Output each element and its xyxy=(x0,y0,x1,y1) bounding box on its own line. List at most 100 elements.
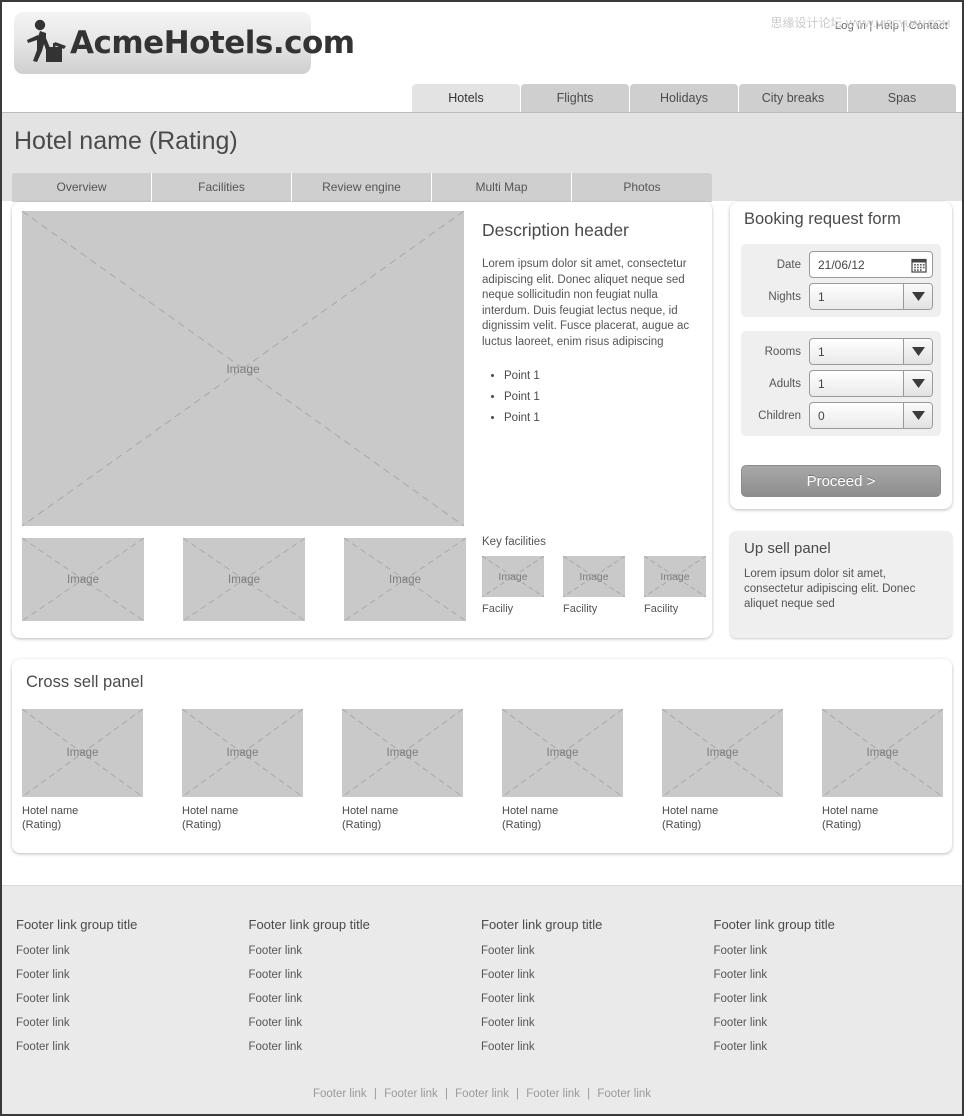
cross-sell-hotel-name: Hotel name xyxy=(662,804,783,818)
facility-image-placeholder: Image xyxy=(482,556,544,597)
footer-column: Footer link group title Footer link Foot… xyxy=(481,917,714,1065)
footer-link[interactable]: Footer link xyxy=(714,969,947,981)
footer-link[interactable]: Footer link xyxy=(481,993,714,1005)
cross-sell-item[interactable]: Image Hotel name (Rating) xyxy=(182,709,303,832)
chevron-down-icon[interactable] xyxy=(903,403,932,428)
cross-sell-item[interactable]: Image Hotel name (Rating) xyxy=(822,709,943,832)
cross-sell-hotel-info: Hotel name (Rating) xyxy=(662,804,783,832)
cross-sell-item[interactable]: Image Hotel name (Rating) xyxy=(342,709,463,832)
cross-sell-image-placeholder: Image xyxy=(502,709,623,797)
nights-field-row: Nights 1 xyxy=(749,283,933,310)
thumbnail-placeholder[interactable]: Image xyxy=(344,538,466,621)
nights-select[interactable]: 1 xyxy=(809,283,933,310)
date-input[interactable]: 21/06/12 xyxy=(809,251,933,278)
footer-link[interactable]: Footer link xyxy=(481,969,714,981)
main-nav-tab-flights[interactable]: Flights xyxy=(521,84,629,112)
footer-link[interactable]: Footer link xyxy=(249,945,482,957)
footer-bottom-link[interactable]: Footer link xyxy=(382,1088,440,1100)
footer-link[interactable]: Footer link xyxy=(249,969,482,981)
calendar-icon[interactable] xyxy=(906,252,932,277)
footer-link[interactable]: Footer link xyxy=(16,945,249,957)
chevron-down-icon[interactable] xyxy=(903,371,932,396)
cross-sell-item[interactable]: Image Hotel name (Rating) xyxy=(502,709,623,832)
chevron-down-icon[interactable] xyxy=(903,339,932,364)
footer-link[interactable]: Footer link xyxy=(481,945,714,957)
children-select[interactable]: 0 xyxy=(809,402,933,429)
footer-link[interactable]: Footer link xyxy=(714,1017,947,1029)
rooms-select[interactable]: 1 xyxy=(809,338,933,365)
site-logo[interactable]: AcmeHotels.com xyxy=(14,12,311,74)
cross-sell-hotel-info: Hotel name (Rating) xyxy=(22,804,143,832)
footer-link[interactable]: Footer link xyxy=(16,1041,249,1053)
thumbnail-placeholder[interactable]: Image xyxy=(183,538,305,621)
footer-bottom-link[interactable]: Footer link xyxy=(595,1088,653,1100)
footer-link[interactable]: Footer link xyxy=(481,1041,714,1053)
tab-overview[interactable]: Overview xyxy=(12,173,152,202)
booking-request-form-panel: Booking request form Date 21/06/12 xyxy=(730,202,952,509)
date-input-value: 21/06/12 xyxy=(810,258,906,272)
up-sell-panel: Up sell panel Lorem ipsum dolor sit amet… xyxy=(730,531,952,638)
key-facility-item[interactable]: Image Faciliy xyxy=(482,556,544,615)
footer-column: Footer link group title Footer link Foot… xyxy=(16,917,249,1065)
footer-link[interactable]: Footer link xyxy=(16,969,249,981)
facility-label: Facility xyxy=(644,603,706,615)
adults-select[interactable]: 1 xyxy=(809,370,933,397)
hero-image-placeholder[interactable]: Image xyxy=(22,211,464,526)
facility-image-label: Image xyxy=(660,571,689,583)
footer-link[interactable]: Footer link xyxy=(249,1041,482,1053)
children-select-value: 0 xyxy=(810,409,903,423)
footer-bottom-separator: | xyxy=(585,1088,592,1100)
footer-link[interactable]: Footer link xyxy=(16,993,249,1005)
main-nav-tab-holidays[interactable]: Holidays xyxy=(630,84,738,112)
footer-column: Footer link group title Footer link Foot… xyxy=(249,917,482,1065)
footer-bottom-separator: | xyxy=(443,1088,450,1100)
thumbnail-placeholder[interactable]: Image xyxy=(22,538,144,621)
footer-bottom-link[interactable]: Footer link xyxy=(311,1088,369,1100)
footer-column-title: Footer link group title xyxy=(481,917,714,932)
chevron-down-icon[interactable] xyxy=(903,284,932,309)
cross-sell-image-placeholder: Image xyxy=(342,709,463,797)
main-nav-tab-city-breaks[interactable]: City breaks xyxy=(739,84,847,112)
facility-image-placeholder: Image xyxy=(644,556,706,597)
cross-sell-item[interactable]: Image Hotel name (Rating) xyxy=(22,709,143,832)
footer-link[interactable]: Footer link xyxy=(714,993,947,1005)
key-facility-item[interactable]: Image Facility xyxy=(644,556,706,615)
key-facility-item[interactable]: Image Facility xyxy=(563,556,625,615)
tab-photos[interactable]: Photos xyxy=(572,173,712,202)
key-facilities-section: Key facilities Image Faciliy xyxy=(482,536,717,615)
adults-field-row: Adults 1 xyxy=(749,370,933,397)
cross-sell-item[interactable]: Image Hotel name (Rating) xyxy=(662,709,783,832)
footer-link[interactable]: Footer link xyxy=(249,993,482,1005)
footer-bottom-link[interactable]: Footer link xyxy=(453,1088,511,1100)
cross-sell-hotel-rating: (Rating) xyxy=(182,818,303,832)
date-field-label: Date xyxy=(749,259,809,271)
footer-link[interactable]: Footer link xyxy=(249,1017,482,1029)
footer-link[interactable]: Footer link xyxy=(714,945,947,957)
facility-image-placeholder: Image xyxy=(563,556,625,597)
proceed-button[interactable]: Proceed > xyxy=(741,465,941,497)
tab-multi-map[interactable]: Multi Map xyxy=(432,173,572,202)
cross-sell-hotel-rating: (Rating) xyxy=(822,818,943,832)
cross-sell-image-placeholder: Image xyxy=(182,709,303,797)
tab-review-engine[interactable]: Review engine xyxy=(292,173,432,202)
footer-link[interactable]: Footer link xyxy=(16,1017,249,1029)
description-bullet-list: Point 1 Point 1 Point 1 xyxy=(482,370,702,424)
main-nav-tab-hotels[interactable]: Hotels xyxy=(412,84,520,112)
main-nav-tab-spas[interactable]: Spas xyxy=(848,84,956,112)
header-utility-links[interactable]: Log in | Help | Contact xyxy=(835,20,948,32)
cross-sell-image-label: Image xyxy=(227,747,259,759)
key-facilities-row: Image Faciliy Image Facility xyxy=(482,556,717,615)
cross-sell-image-label: Image xyxy=(67,747,99,759)
footer-bottom-link[interactable]: Footer link xyxy=(524,1088,582,1100)
site-header: AcmeHotels.com Log in | Help | Contact 思… xyxy=(2,2,962,84)
footer-link[interactable]: Footer link xyxy=(481,1017,714,1029)
cross-sell-hotel-rating: (Rating) xyxy=(662,818,783,832)
footer-link[interactable]: Footer link xyxy=(714,1041,947,1053)
section-tabs: Overview Facilities Review engine Multi … xyxy=(12,173,712,202)
cross-sell-hotel-name: Hotel name xyxy=(502,804,623,818)
booking-dates-group: Date 21/06/12 xyxy=(741,244,941,317)
thumbnail-strip: Image Image Image xyxy=(22,538,466,621)
traveler-with-luggage-icon xyxy=(24,17,68,69)
cross-sell-image-placeholder: Image xyxy=(22,709,143,797)
tab-facilities[interactable]: Facilities xyxy=(152,173,292,202)
